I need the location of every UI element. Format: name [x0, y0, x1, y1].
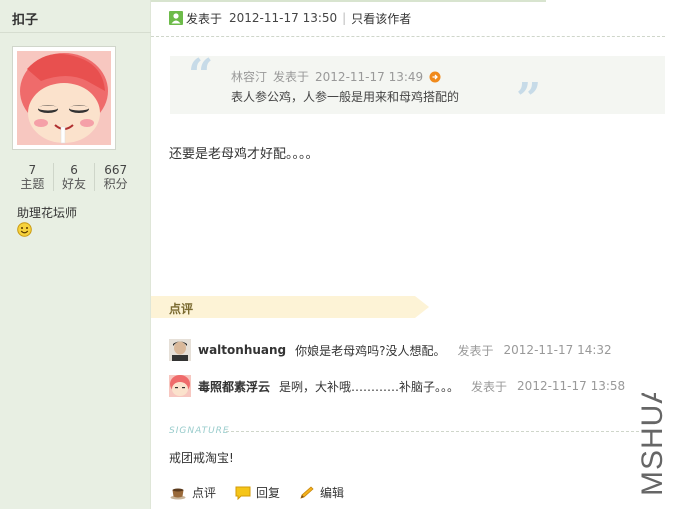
- online-user-icon: [169, 11, 183, 25]
- comment-user[interactable]: waltonhuang: [198, 343, 286, 357]
- comment-item: 毒照都素浮云 是咧，大补哦…………补脑子。。。 发表于 2012-11-17 1…: [169, 374, 625, 398]
- user-rank[interactable]: 助理花坛师: [17, 204, 77, 221]
- author-name[interactable]: 扣子: [12, 9, 38, 28]
- comment-date: 2012-11-17 14:32: [503, 343, 612, 357]
- reply-button[interactable]: 回复: [235, 484, 280, 501]
- commenter-avatar[interactable]: [169, 339, 191, 361]
- speech-bubble-icon: [235, 486, 251, 500]
- comment-user[interactable]: 毒照都素浮云: [198, 378, 270, 395]
- stat-topics-label: 主题: [20, 177, 45, 191]
- posted-label: 发表于: [186, 11, 223, 26]
- author-sidebar: 扣子 7 主题 6 好友 667 积分 助理花坛师: [0, 0, 151, 509]
- quote-text: 表人参公鸡，人参一般是用来和母鸡搭配的: [231, 90, 460, 104]
- comments-banner: 点评: [151, 296, 429, 318]
- comment-item: waltonhuang 你娘是老母鸡吗?没人想配。 发表于 2012-11-17…: [169, 338, 612, 362]
- edit-button[interactable]: 编辑: [299, 484, 344, 501]
- post-top-bar: [151, 0, 546, 2]
- stat-points[interactable]: 667 积分: [94, 163, 136, 191]
- post-actions: 点评 回复 编辑: [170, 484, 363, 501]
- comment-text: 你娘是老母鸡吗?没人想配。: [295, 343, 446, 358]
- signature-label: SIGNATURE: [169, 426, 230, 436]
- signature-text: 戒团戒淘宝!: [169, 451, 234, 465]
- header-separator: |: [342, 11, 347, 25]
- comment-button-label: 点评: [192, 486, 217, 500]
- comment-posted-label: 发表于: [457, 343, 494, 358]
- stat-topics-value: 7: [28, 163, 37, 177]
- pencil-icon: [300, 485, 314, 499]
- stat-topics[interactable]: 7 主题: [12, 163, 53, 191]
- quote-author[interactable]: 林容汀: [231, 68, 267, 85]
- quote-date: 2012-11-17 13:49: [315, 69, 424, 84]
- post-header: 发表于 2012-11-17 13:50 | 只看该作者: [169, 10, 411, 26]
- svg-text:MSHUA: MSHUA: [636, 393, 669, 496]
- smiley-face-icon: [17, 222, 32, 240]
- post-body: 还要是老母鸡才好配。。。。: [169, 147, 319, 162]
- stat-points-label: 积分: [103, 177, 128, 191]
- comment-button[interactable]: 点评: [170, 484, 216, 501]
- coffee-cup-icon: [170, 488, 186, 499]
- quote-meta: 林容汀 发表于 2012-11-17 13:49: [231, 68, 441, 85]
- quote-block: “ ” 林容汀 发表于 2012-11-17 13:49 表人参公鸡，人参一般是…: [170, 50, 665, 122]
- author-only-link[interactable]: 只看该作者: [351, 10, 411, 27]
- signature-divider: [226, 431, 639, 432]
- quote-open-mark: “: [188, 50, 214, 101]
- jump-to-post-icon[interactable]: [429, 71, 441, 83]
- reply-button-label: 回复: [256, 486, 281, 500]
- avatar-image: [17, 51, 111, 145]
- commenter-avatar[interactable]: [169, 375, 191, 397]
- post-date: 2012-11-17 13:50: [229, 11, 338, 25]
- comment-text: 是咧，大补哦…………补脑子。。。: [279, 379, 460, 394]
- header-divider: [151, 36, 665, 37]
- watermark-logo: MSHUA: [636, 393, 669, 496]
- stat-friends-label: 好友: [62, 177, 87, 191]
- stat-friends-value: 6: [70, 163, 78, 177]
- stat-points-value: 667: [104, 163, 128, 177]
- stat-friends[interactable]: 6 好友: [52, 163, 95, 191]
- sidebar-divider: [0, 32, 151, 33]
- user-stats: 7 主题 6 好友 667 积分: [12, 163, 136, 191]
- edit-button-label: 编辑: [320, 486, 345, 500]
- quote-close-mark: ”: [516, 74, 542, 125]
- comments-title: 点评: [169, 302, 194, 316]
- avatar[interactable]: [12, 46, 116, 150]
- comment-posted-label: 发表于: [471, 379, 508, 394]
- comment-date: 2012-11-17 13:58: [517, 379, 626, 393]
- quote-posted-label: 发表于: [273, 70, 310, 84]
